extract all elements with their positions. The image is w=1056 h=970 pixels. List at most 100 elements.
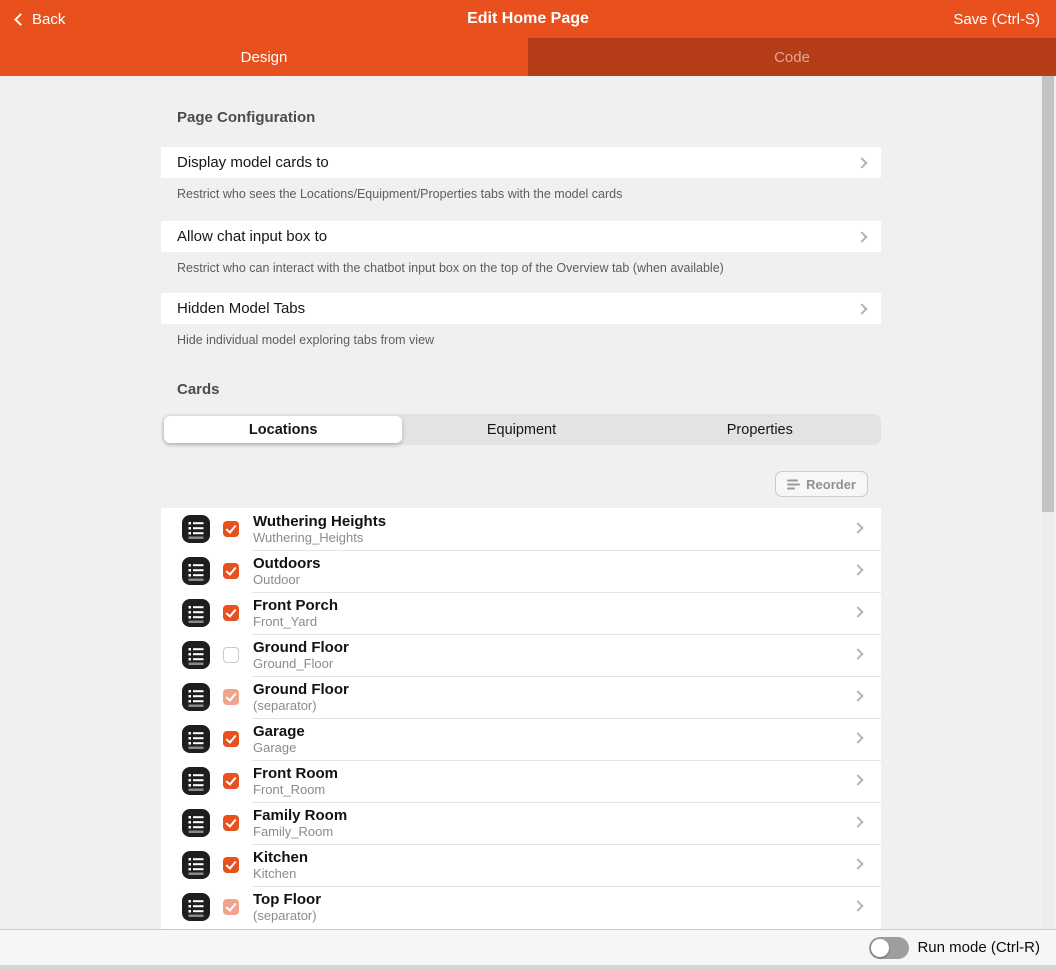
card-row[interactable]: Wuthering Heights Wuthering_Heights	[161, 508, 881, 550]
card-subtitle: Outdoor	[253, 573, 321, 586]
card-visible-checkbox[interactable]	[223, 857, 239, 873]
vertical-scrollbar-track[interactable]	[1042, 76, 1054, 929]
card-visible-checkbox[interactable]	[223, 731, 239, 747]
card-row[interactable]: Outdoors Outdoor	[161, 550, 881, 592]
card-row-text: Ground Floor (separator)	[253, 682, 349, 712]
card-visible-checkbox[interactable]	[223, 647, 239, 663]
reorder-label: Reorder	[806, 477, 856, 492]
card-subtitle: Garage	[253, 741, 305, 754]
cards-segmented-control: Locations Equipment Properties	[162, 414, 881, 445]
back-button[interactable]: Back	[16, 11, 65, 28]
card-row-text: Front Room Front_Room	[253, 766, 338, 796]
drag-handle-icon[interactable]	[182, 641, 210, 669]
back-label: Back	[32, 11, 65, 28]
config-row-hidden-model-tabs[interactable]: Hidden Model Tabs	[161, 293, 881, 324]
card-row[interactable]: Family Room Family_Room	[161, 802, 881, 844]
card-title: Front Porch	[253, 598, 338, 613]
editor-tabbar: Design Code	[0, 38, 1056, 76]
card-subtitle: Front_Room	[253, 783, 338, 796]
chevron-left-icon	[14, 13, 27, 26]
chevron-right-icon	[852, 690, 863, 701]
card-title: Garage	[253, 724, 305, 739]
card-row-text: Ground Floor Ground_Floor	[253, 640, 349, 670]
card-subtitle: Ground_Floor	[253, 657, 349, 670]
vertical-scrollbar-thumb[interactable]	[1042, 76, 1054, 512]
chevron-right-icon	[852, 564, 863, 575]
drag-handle-icon[interactable]	[182, 767, 210, 795]
drag-handle-icon[interactable]	[182, 515, 210, 543]
card-row[interactable]: Ground Floor (separator)	[161, 676, 881, 718]
card-title: Kitchen	[253, 850, 308, 865]
card-subtitle: (separator)	[253, 909, 321, 922]
card-visible-checkbox[interactable]	[223, 689, 239, 705]
page-content: Page Configuration Display model cards t…	[0, 76, 1056, 929]
tab-code[interactable]: Code	[528, 38, 1056, 76]
card-row-text: Outdoors Outdoor	[253, 556, 321, 586]
card-visible-checkbox[interactable]	[223, 773, 239, 789]
card-visible-checkbox[interactable]	[223, 521, 239, 537]
card-row[interactable]: Front Porch Front_Yard	[161, 592, 881, 634]
chevron-right-icon	[852, 816, 863, 827]
card-title: Family Room	[253, 808, 347, 823]
drag-handle-icon[interactable]	[182, 725, 210, 753]
reorder-row: Reorder	[161, 471, 881, 497]
chevron-right-icon	[852, 648, 863, 659]
tab-design[interactable]: Design	[0, 38, 528, 76]
drag-handle-icon[interactable]	[182, 557, 210, 585]
segment-equipment[interactable]: Equipment	[402, 416, 640, 443]
drag-handle-icon[interactable]	[182, 893, 210, 921]
card-row-text: Kitchen Kitchen	[253, 850, 308, 880]
card-row-text: Garage Garage	[253, 724, 305, 754]
card-row-text: Family Room Family_Room	[253, 808, 347, 838]
segment-locations[interactable]: Locations	[164, 416, 402, 443]
chevron-right-icon	[852, 900, 863, 911]
chevron-right-icon	[856, 303, 867, 314]
card-row[interactable]: Front Room Front_Room	[161, 760, 881, 802]
card-title: Ground Floor	[253, 682, 349, 697]
drag-handle-icon[interactable]	[182, 809, 210, 837]
drag-handle-icon[interactable]	[182, 683, 210, 711]
section-title-page-configuration: Page Configuration	[161, 109, 881, 127]
config-row-label: Allow chat input box to	[177, 228, 327, 245]
run-mode-label: Run mode (Ctrl-R)	[917, 939, 1040, 956]
card-visible-checkbox[interactable]	[223, 815, 239, 831]
card-row-text: Wuthering Heights Wuthering_Heights	[253, 514, 386, 544]
card-subtitle: Wuthering_Heights	[253, 531, 386, 544]
card-title: Ground Floor	[253, 640, 349, 655]
card-row[interactable]: Top Floor (separator)	[161, 886, 881, 928]
config-row-display-model-cards[interactable]: Display model cards to	[161, 147, 881, 178]
chevron-right-icon	[852, 858, 863, 869]
bottom-toolbar: Run mode (Ctrl-R)	[0, 929, 1056, 965]
card-subtitle: (separator)	[253, 699, 349, 712]
drag-handle-icon[interactable]	[182, 851, 210, 879]
reorder-button[interactable]: Reorder	[775, 471, 868, 497]
card-row[interactable]: Ground Floor Ground_Floor	[161, 634, 881, 676]
horizontal-scrollbar-track[interactable]	[0, 965, 1056, 970]
chevron-right-icon	[856, 231, 867, 242]
location-cards-list: Wuthering Heights Wuthering_Heights	[161, 508, 881, 929]
card-visible-checkbox[interactable]	[223, 899, 239, 915]
card-title: Front Room	[253, 766, 338, 781]
card-row[interactable]: Garage Garage	[161, 718, 881, 760]
save-button[interactable]: Save (Ctrl-S)	[953, 11, 1040, 28]
card-subtitle: Kitchen	[253, 867, 308, 880]
segment-properties[interactable]: Properties	[641, 416, 879, 443]
config-row-description: Restrict who can interact with the chatb…	[177, 261, 865, 275]
card-row[interactable]: Kitchen Kitchen	[161, 844, 881, 886]
config-row-allow-chat-input[interactable]: Allow chat input box to	[161, 221, 881, 252]
chevron-right-icon	[852, 522, 863, 533]
card-visible-checkbox[interactable]	[223, 605, 239, 621]
chevron-right-icon	[852, 732, 863, 743]
section-title-cards: Cards	[161, 381, 881, 399]
drag-handle-icon[interactable]	[182, 599, 210, 627]
config-row-description: Hide individual model exploring tabs fro…	[177, 333, 865, 347]
card-row-text: Front Porch Front_Yard	[253, 598, 338, 628]
card-subtitle: Front_Yard	[253, 615, 338, 628]
card-visible-checkbox[interactable]	[223, 563, 239, 579]
navbar: Back Edit Home Page Save (Ctrl-S)	[0, 0, 1056, 38]
config-row-label: Display model cards to	[177, 154, 329, 171]
card-title: Top Floor	[253, 892, 321, 907]
config-row-description: Restrict who sees the Locations/Equipmen…	[177, 187, 865, 201]
run-mode-toggle[interactable]	[869, 937, 909, 959]
card-row-text: Top Floor (separator)	[253, 892, 321, 922]
